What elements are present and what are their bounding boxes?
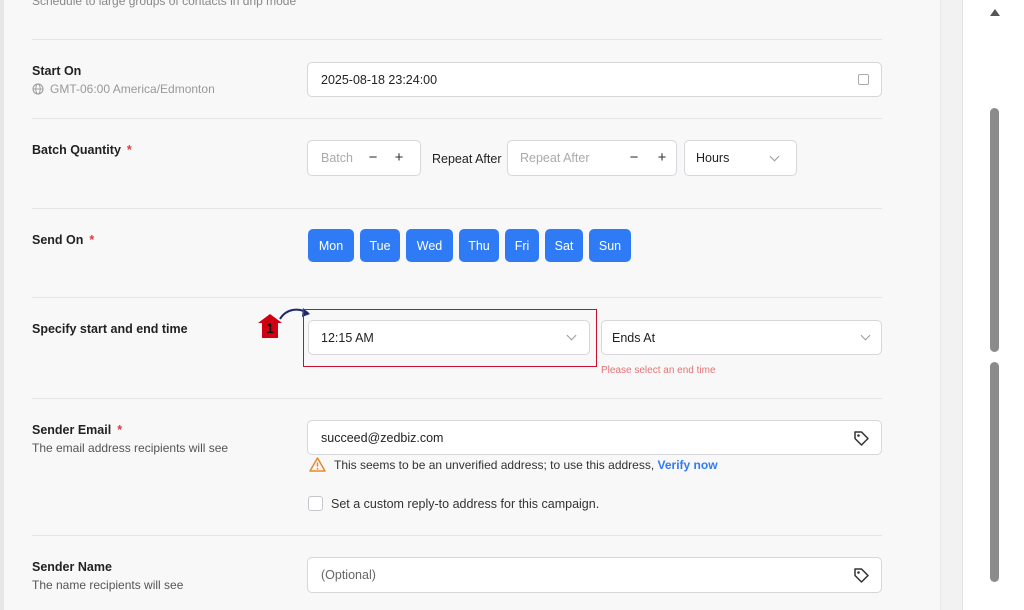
start-time-highlight-box <box>303 309 597 367</box>
day-toggle-tue[interactable]: Tue <box>360 229 400 262</box>
batch-decrement-button[interactable]: − <box>365 150 381 166</box>
divider <box>32 398 882 399</box>
verify-now-link[interactable]: Verify now <box>658 458 718 472</box>
scrollbar-thumb[interactable] <box>990 108 999 352</box>
batch-quantity-stepper[interactable]: Batch Q − + <box>307 140 421 176</box>
chevron-down-icon <box>769 151 780 162</box>
day-toggle-sat[interactable]: Sat <box>545 229 583 262</box>
sender-email-label: Sender Email * <box>32 423 123 437</box>
sender-email-description: The email address recipients will see <box>32 441 229 455</box>
warning-icon <box>309 457 326 472</box>
calendar-icon[interactable] <box>858 74 869 85</box>
page: Schedule to large groups of contacts in … <box>0 0 1024 610</box>
time-range-label: Specify start and end time <box>32 322 188 336</box>
repeat-after-label: Repeat After <box>432 152 502 166</box>
start-on-value: 2025-08-18 23:24:00 <box>321 72 438 87</box>
repeat-after-input[interactable]: Repeat After <box>520 151 620 165</box>
reply-to-option[interactable]: Set a custom reply-to address for this c… <box>308 496 599 511</box>
sender-name-label: Sender Name <box>32 560 112 574</box>
globe-icon <box>32 83 44 95</box>
day-toggle-sun[interactable]: Sun <box>589 229 631 262</box>
reply-to-checkbox[interactable] <box>308 496 323 511</box>
repeat-decrement-button[interactable]: − <box>626 150 642 166</box>
divider <box>32 118 882 119</box>
sender-email-input[interactable]: succeed@zedbiz.com <box>307 420 882 455</box>
sender-name-description: The name recipients will see <box>32 578 184 592</box>
repeat-unit-select[interactable]: Hours <box>684 140 797 176</box>
start-on-datetime-input[interactable]: 2025-08-18 23:24:00 <box>307 62 882 97</box>
timezone-label: GMT-06:00 America/Edmonton <box>32 82 215 96</box>
day-toggle-wed[interactable]: Wed <box>406 229 453 262</box>
unverified-warning: This seems to be an unverified address; … <box>309 457 718 472</box>
scrollbar-thumb-lower[interactable] <box>990 362 999 582</box>
repeat-unit-value: Hours <box>696 151 730 165</box>
day-toggle-fri[interactable]: Fri <box>505 229 539 262</box>
day-toggle-mon[interactable]: Mon <box>308 229 354 262</box>
tag-icon[interactable] <box>853 567 870 584</box>
divider <box>32 535 882 536</box>
end-time-error: Please select an end time <box>601 365 716 376</box>
batch-quantity-label: Batch Quantity * <box>32 143 132 157</box>
sender-name-placeholder: (Optional) <box>321 568 376 582</box>
reply-to-label: Set a custom reply-to address for this c… <box>331 496 600 511</box>
repeat-increment-button[interactable]: + <box>654 150 670 166</box>
batch-quantity-input[interactable]: Batch Q <box>321 151 355 165</box>
callout-number: 1 <box>266 320 274 336</box>
tag-icon[interactable] <box>853 430 870 447</box>
warning-text: This seems to be an unverified address; … <box>334 457 655 472</box>
start-on-label: Start On <box>32 64 82 78</box>
end-time-placeholder: Ends At <box>612 330 656 345</box>
divider <box>32 297 882 298</box>
scroll-up-arrow-icon[interactable] <box>990 9 1000 16</box>
panel-gutter <box>940 0 962 610</box>
sender-name-input[interactable]: (Optional) <box>307 557 882 593</box>
sender-email-value: succeed@zedbiz.com <box>321 430 444 445</box>
chevron-down-icon <box>860 330 871 341</box>
divider <box>32 39 882 40</box>
end-time-select[interactable]: Ends At <box>601 320 882 355</box>
batch-increment-button[interactable]: + <box>391 150 407 166</box>
send-on-label: Send On * <box>32 233 95 247</box>
section-subtitle: Schedule to large groups of contacts in … <box>32 0 297 8</box>
day-toggle-thu[interactable]: Thu <box>459 229 499 262</box>
repeat-after-stepper[interactable]: Repeat After − + <box>507 140 677 176</box>
divider <box>32 208 882 209</box>
